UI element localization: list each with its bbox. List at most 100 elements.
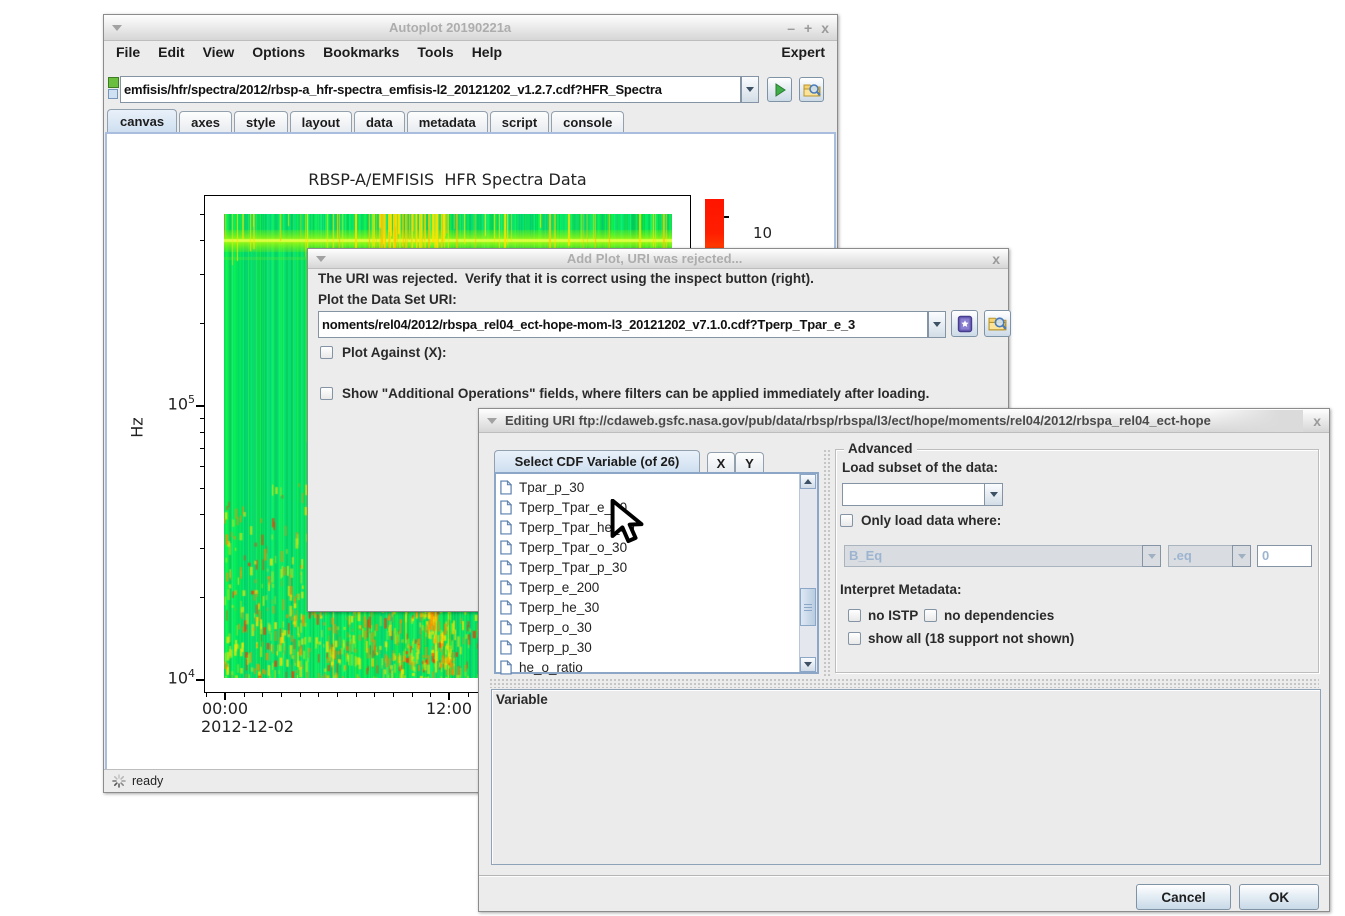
uri-input[interactable]: emfisis/hfr/spectra/2012/rbsp-a_hfr-spec… bbox=[120, 76, 741, 103]
cancel-button[interactable]: Cancel bbox=[1136, 884, 1231, 910]
variable-item-label: Tperp_he_30 bbox=[519, 600, 599, 615]
list-scrollbar[interactable] bbox=[799, 474, 817, 672]
menu-file[interactable]: File bbox=[116, 44, 140, 60]
title-fade bbox=[1208, 410, 1303, 432]
variable-item[interactable]: Tperp_Tpar_o_30 bbox=[496, 537, 817, 557]
y-minor-tick bbox=[200, 548, 205, 549]
menu-tools[interactable]: Tools bbox=[417, 44, 453, 60]
no-istp-checkbox[interactable] bbox=[848, 609, 861, 622]
show-operations-checkbox[interactable] bbox=[320, 387, 333, 400]
uri-field-label: Plot the Data Set URI: bbox=[318, 292, 457, 307]
y-minor-tick bbox=[200, 214, 205, 215]
y-minor-tick bbox=[200, 418, 205, 419]
window-menu-icon[interactable] bbox=[316, 256, 326, 262]
menu-edit[interactable]: Edit bbox=[158, 44, 184, 60]
variable-panel: Variable bbox=[491, 689, 1321, 865]
horizontal-splitter[interactable] bbox=[489, 678, 1319, 688]
tab-console[interactable]: console bbox=[551, 111, 624, 132]
where-parameter-combobox[interactable]: B_Eq bbox=[844, 545, 1143, 567]
x-minor-tick bbox=[300, 692, 301, 697]
x-major-tick bbox=[448, 692, 450, 700]
subset-dropdown-button[interactable] bbox=[984, 483, 1003, 506]
variable-item[interactable]: Tperp_e_200 bbox=[496, 577, 817, 597]
x-minor-tick bbox=[393, 692, 394, 697]
where-operator-dropdown[interactable] bbox=[1232, 545, 1251, 567]
variable-item[interactable]: Tpar_p_30 bbox=[496, 477, 817, 497]
uri-dropdown-button[interactable] bbox=[741, 76, 759, 103]
add-plot-titlebar[interactable]: Add Plot, URI was rejected... x bbox=[308, 249, 1008, 269]
scroll-down-button[interactable] bbox=[800, 657, 816, 672]
menu-view[interactable]: View bbox=[203, 44, 235, 60]
editing-uri-dialog: Editing URI ftp://cdaweb.gsfc.nasa.gov/p… bbox=[478, 408, 1330, 912]
menu-bar: File Edit View Options Bookmarks Tools Help Ex… bbox=[104, 41, 837, 63]
tab-style[interactable]: style bbox=[234, 111, 288, 132]
show-all-checkbox[interactable] bbox=[848, 632, 861, 645]
dataset-uri-input[interactable]: noments/rel04/2012/rbspa_rel04_ect-hope-… bbox=[318, 311, 928, 338]
tab-y[interactable]: Y bbox=[735, 452, 764, 472]
where-parameter-dropdown[interactable] bbox=[1142, 545, 1161, 567]
expert-menu[interactable]: Expert bbox=[781, 44, 825, 60]
y-minor-tick bbox=[200, 448, 205, 449]
plot-go-button[interactable] bbox=[767, 77, 792, 102]
close-button[interactable]: x bbox=[1313, 414, 1321, 428]
variable-item[interactable]: Tperp_he_30 bbox=[496, 597, 817, 617]
tab-layout[interactable]: layout bbox=[290, 111, 352, 132]
inspect-uri-button[interactable] bbox=[799, 77, 824, 102]
menu-bookmarks[interactable]: Bookmarks bbox=[323, 44, 399, 60]
editing-uri-titlebar[interactable]: Editing URI ftp://cdaweb.gsfc.nasa.gov/p… bbox=[479, 409, 1329, 433]
no-dependencies-checkbox[interactable] bbox=[924, 609, 937, 622]
tab-metadata[interactable]: metadata bbox=[407, 111, 488, 132]
document-icon bbox=[500, 480, 512, 495]
plot-against-checkbox[interactable] bbox=[320, 346, 333, 359]
minimize-button[interactable]: – bbox=[787, 21, 795, 35]
y-minor-tick bbox=[200, 488, 205, 489]
inspect-uri-button[interactable] bbox=[984, 310, 1011, 337]
y-minor-tick bbox=[200, 323, 205, 324]
where-operator-combobox[interactable]: .eq bbox=[1168, 545, 1233, 567]
variable-item[interactable]: Tperp_p_30 bbox=[496, 637, 817, 657]
vertical-splitter[interactable] bbox=[823, 449, 832, 677]
scrollbar-thumb[interactable] bbox=[800, 588, 816, 626]
scroll-up-button[interactable] bbox=[800, 474, 816, 489]
variable-item[interactable]: Tperp_Tpar_p_30 bbox=[496, 557, 817, 577]
tab-x[interactable]: X bbox=[707, 452, 735, 472]
menu-help[interactable]: Help bbox=[472, 44, 502, 60]
desktop: { "main_window": { "title": "Autoplot 20… bbox=[0, 0, 1345, 916]
menu-options[interactable]: Options bbox=[252, 44, 305, 60]
x-tick-label-0000: 00:00 bbox=[195, 699, 255, 718]
variable-item[interactable]: Tperp_Tpar_he_30 bbox=[496, 517, 817, 537]
plot-against-label: Plot Against (X): bbox=[342, 345, 447, 360]
chevron-down-icon bbox=[1148, 554, 1156, 559]
tab-axes[interactable]: axes bbox=[179, 111, 232, 132]
x-minor-tick bbox=[374, 692, 375, 697]
tab-canvas[interactable]: canvas bbox=[107, 109, 177, 132]
tab-script[interactable]: script bbox=[490, 111, 549, 132]
uri-dropdown-button[interactable] bbox=[928, 311, 946, 338]
mouse-cursor bbox=[609, 499, 649, 545]
chevron-down-icon bbox=[933, 322, 941, 327]
ok-button[interactable]: OK bbox=[1239, 884, 1319, 910]
cdf-variable-list[interactable]: Tpar_p_30Tperp_Tpar_e_30Tperp_Tpar_he_30… bbox=[494, 472, 819, 674]
tab-data[interactable]: data bbox=[354, 111, 405, 132]
close-button[interactable]: x bbox=[821, 21, 829, 35]
variable-item[interactable]: he_o_ratio bbox=[496, 657, 817, 677]
bookmarks-button[interactable] bbox=[951, 310, 978, 337]
chevron-up-icon bbox=[804, 479, 812, 484]
y-minor-tick bbox=[200, 432, 205, 433]
maximize-button[interactable]: + bbox=[804, 21, 812, 35]
variable-item[interactable]: Tperp_Tpar_e_30 bbox=[496, 497, 817, 517]
menu-items: File Edit View Options Bookmarks Tools Help bbox=[116, 44, 502, 60]
close-button[interactable]: x bbox=[992, 252, 1000, 266]
variable-item[interactable]: Tperp_o_30 bbox=[496, 617, 817, 637]
variable-panel-label: Variable bbox=[496, 692, 548, 707]
only-load-checkbox[interactable] bbox=[840, 514, 853, 527]
where-value-input[interactable]: 0 bbox=[1257, 545, 1312, 567]
window-menu-icon[interactable] bbox=[487, 418, 497, 424]
window-menu-icon[interactable] bbox=[112, 25, 122, 31]
subset-combobox[interactable] bbox=[842, 483, 985, 506]
main-titlebar[interactable]: Autoplot 20190221a – + x bbox=[104, 15, 837, 41]
only-load-label: Only load data where: bbox=[861, 513, 1001, 528]
tab-select-cdf-variable[interactable]: Select CDF Variable (of 26) bbox=[494, 450, 700, 472]
bookmark-book-icon bbox=[956, 315, 974, 333]
y-axis-label: Hz bbox=[128, 408, 147, 448]
